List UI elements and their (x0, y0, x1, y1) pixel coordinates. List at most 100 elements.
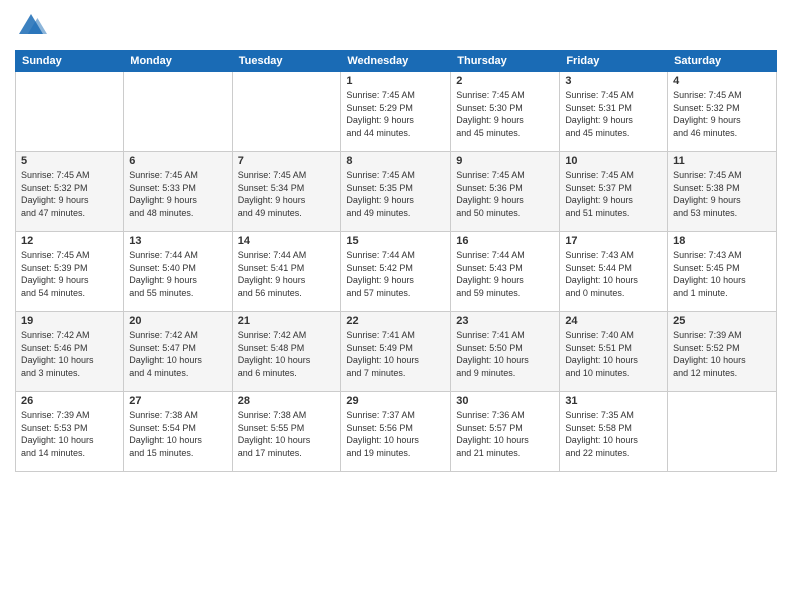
day-info: Sunrise: 7:44 AM Sunset: 5:42 PM Dayligh… (346, 249, 445, 299)
table-row: 10Sunrise: 7:45 AM Sunset: 5:37 PM Dayli… (560, 152, 668, 232)
table-row: 30Sunrise: 7:36 AM Sunset: 5:57 PM Dayli… (451, 392, 560, 472)
day-info: Sunrise: 7:38 AM Sunset: 5:54 PM Dayligh… (129, 409, 226, 459)
day-info: Sunrise: 7:45 AM Sunset: 5:34 PM Dayligh… (238, 169, 336, 219)
day-number: 5 (21, 155, 118, 167)
table-row: 9 Sunrise: 7:45 AM Sunset: 5:36 PM Daylig… (451, 152, 560, 232)
day-number: 4 (673, 75, 771, 87)
day-number: 22 (346, 315, 445, 327)
logo-icon (15, 10, 47, 42)
day-number: 23 (456, 315, 554, 327)
table-row: 11 Sunrise: 7:45 AM Sunset: 5:38 PM Dayli… (668, 152, 777, 232)
day-info: Sunrise: 7:45 AM Sunset: 5:36 PM Dayligh… (456, 169, 554, 219)
day-info: Sunrise: 7:40 AM Sunset: 5:51 PM Dayligh… (565, 329, 662, 379)
day-number: 24 (565, 315, 662, 327)
calendar-header-row: Sunday Monday Tuesday Wednesday Thursday… (16, 51, 777, 72)
day-number: 6 (129, 155, 226, 167)
table-row: 2 Sunrise: 7:45 AM Sunset: 5:30 PM Daylig… (451, 72, 560, 152)
day-number: 14 (238, 235, 336, 247)
day-number: 25 (673, 315, 771, 327)
table-row (124, 72, 232, 152)
day-info: Sunrise: 7:45 AM Sunset: 5:35 PM Dayligh… (346, 169, 445, 219)
day-info: Sunrise: 7:45 AM Sunset: 5:33 PM Dayligh… (129, 169, 226, 219)
day-number: 2 (456, 75, 554, 87)
day-number: 8 (346, 155, 445, 167)
day-info: Sunrise: 7:42 AM Sunset: 5:46 PM Dayligh… (21, 329, 118, 379)
day-number: 1 (346, 75, 445, 87)
calendar-week-row: 19 Sunrise: 7:42 AM Sunset: 5:46 PM Dayli… (16, 312, 777, 392)
day-info: Sunrise: 7:45 AM Sunset: 5:32 PM Dayligh… (673, 89, 771, 139)
calendar-week-row: 26 Sunrise: 7:39 AM Sunset: 5:53 PM Dayli… (16, 392, 777, 472)
table-row: 3Sunrise: 7:45 AM Sunset: 5:31 PM Daylig… (560, 72, 668, 152)
table-row: 23 Sunrise: 7:41 AM Sunset: 5:50 PM Dayli… (451, 312, 560, 392)
day-info: Sunrise: 7:45 AM Sunset: 5:38 PM Dayligh… (673, 169, 771, 219)
day-info: Sunrise: 7:43 AM Sunset: 5:44 PM Dayligh… (565, 249, 662, 299)
day-number: 15 (346, 235, 445, 247)
day-info: Sunrise: 7:36 AM Sunset: 5:57 PM Dayligh… (456, 409, 554, 459)
day-info: Sunrise: 7:38 AM Sunset: 5:55 PM Dayligh… (238, 409, 336, 459)
day-number: 10 (565, 155, 662, 167)
table-row: 18 Sunrise: 7:43 AM Sunset: 5:45 PM Dayli… (668, 232, 777, 312)
table-row: 19 Sunrise: 7:42 AM Sunset: 5:46 PM Dayli… (16, 312, 124, 392)
day-info: Sunrise: 7:45 AM Sunset: 5:39 PM Dayligh… (21, 249, 118, 299)
day-number: 28 (238, 395, 336, 407)
day-number: 17 (565, 235, 662, 247)
day-info: Sunrise: 7:45 AM Sunset: 5:30 PM Dayligh… (456, 89, 554, 139)
table-row (16, 72, 124, 152)
table-row: 6 Sunrise: 7:45 AM Sunset: 5:33 PM Daylig… (124, 152, 232, 232)
table-row: 21 Sunrise: 7:42 AM Sunset: 5:48 PM Dayli… (232, 312, 341, 392)
logo (15, 10, 51, 42)
table-row: 14Sunrise: 7:44 AM Sunset: 5:41 PM Dayli… (232, 232, 341, 312)
table-row: 7 Sunrise: 7:45 AM Sunset: 5:34 PM Daylig… (232, 152, 341, 232)
day-info: Sunrise: 7:39 AM Sunset: 5:53 PM Dayligh… (21, 409, 118, 459)
day-info: Sunrise: 7:44 AM Sunset: 5:40 PM Dayligh… (129, 249, 226, 299)
table-row: 5 Sunrise: 7:45 AM Sunset: 5:32 PM Daylig… (16, 152, 124, 232)
day-number: 26 (21, 395, 118, 407)
table-row: 12Sunrise: 7:45 AM Sunset: 5:39 PM Dayli… (16, 232, 124, 312)
day-number: 13 (129, 235, 226, 247)
col-thursday: Thursday (451, 51, 560, 72)
day-number: 7 (238, 155, 336, 167)
day-info: Sunrise: 7:45 AM Sunset: 5:32 PM Dayligh… (21, 169, 118, 219)
day-number: 27 (129, 395, 226, 407)
day-number: 16 (456, 235, 554, 247)
day-info: Sunrise: 7:41 AM Sunset: 5:49 PM Dayligh… (346, 329, 445, 379)
day-number: 29 (346, 395, 445, 407)
day-info: Sunrise: 7:43 AM Sunset: 5:45 PM Dayligh… (673, 249, 771, 299)
table-row: 29Sunrise: 7:37 AM Sunset: 5:56 PM Dayli… (341, 392, 451, 472)
table-row (232, 72, 341, 152)
col-wednesday: Wednesday (341, 51, 451, 72)
calendar-table: Sunday Monday Tuesday Wednesday Thursday… (15, 50, 777, 472)
day-number: 9 (456, 155, 554, 167)
day-info: Sunrise: 7:45 AM Sunset: 5:31 PM Dayligh… (565, 89, 662, 139)
table-row: 20Sunrise: 7:42 AM Sunset: 5:47 PM Dayli… (124, 312, 232, 392)
table-row: 25 Sunrise: 7:39 AM Sunset: 5:52 PM Dayli… (668, 312, 777, 392)
table-row: 16 Sunrise: 7:44 AM Sunset: 5:43 PM Dayli… (451, 232, 560, 312)
col-tuesday: Tuesday (232, 51, 341, 72)
day-number: 19 (21, 315, 118, 327)
table-row: 28 Sunrise: 7:38 AM Sunset: 5:55 PM Dayli… (232, 392, 341, 472)
table-row (668, 392, 777, 472)
col-sunday: Sunday (16, 51, 124, 72)
day-number: 21 (238, 315, 336, 327)
day-info: Sunrise: 7:45 AM Sunset: 5:29 PM Dayligh… (346, 89, 445, 139)
calendar-week-row: 1 Sunrise: 7:45 AM Sunset: 5:29 PM Daylig… (16, 72, 777, 152)
table-row: 8 Sunrise: 7:45 AM Sunset: 5:35 PM Daylig… (341, 152, 451, 232)
table-row: 13 Sunrise: 7:44 AM Sunset: 5:40 PM Dayli… (124, 232, 232, 312)
header (15, 10, 777, 42)
table-row: 31Sunrise: 7:35 AM Sunset: 5:58 PM Dayli… (560, 392, 668, 472)
col-friday: Friday (560, 51, 668, 72)
day-info: Sunrise: 7:44 AM Sunset: 5:43 PM Dayligh… (456, 249, 554, 299)
calendar-week-row: 12Sunrise: 7:45 AM Sunset: 5:39 PM Dayli… (16, 232, 777, 312)
page: Sunday Monday Tuesday Wednesday Thursday… (0, 0, 792, 612)
table-row: 22 Sunrise: 7:41 AM Sunset: 5:49 PM Dayli… (341, 312, 451, 392)
calendar-week-row: 5 Sunrise: 7:45 AM Sunset: 5:32 PM Daylig… (16, 152, 777, 232)
day-info: Sunrise: 7:39 AM Sunset: 5:52 PM Dayligh… (673, 329, 771, 379)
day-number: 31 (565, 395, 662, 407)
day-info: Sunrise: 7:41 AM Sunset: 5:50 PM Dayligh… (456, 329, 554, 379)
day-number: 11 (673, 155, 771, 167)
day-number: 18 (673, 235, 771, 247)
table-row: 26 Sunrise: 7:39 AM Sunset: 5:53 PM Dayli… (16, 392, 124, 472)
day-number: 20 (129, 315, 226, 327)
col-monday: Monday (124, 51, 232, 72)
day-info: Sunrise: 7:42 AM Sunset: 5:48 PM Dayligh… (238, 329, 336, 379)
